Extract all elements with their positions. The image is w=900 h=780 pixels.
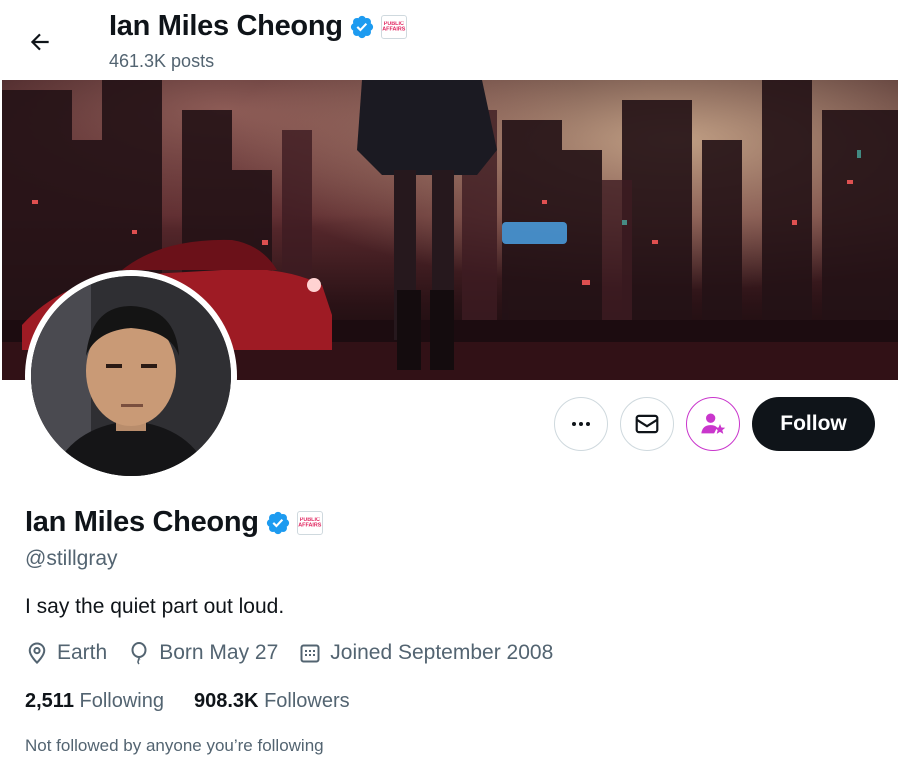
location-item: Earth	[25, 641, 107, 665]
profile-name-row: Ian Miles Cheong PUBLIC AFFAIRS	[25, 506, 323, 539]
following-link[interactable]: 2,511 Following	[25, 690, 164, 713]
follow-button[interactable]: Follow	[752, 397, 875, 451]
location-text: Earth	[57, 641, 108, 664]
birthday-text: Born May 27	[159, 641, 279, 664]
follow-stats: 2,511 Following 908.3K Followers	[25, 690, 380, 713]
back-button[interactable]	[20, 22, 60, 62]
person-star-icon	[701, 413, 726, 434]
verified-badge-icon[interactable]	[265, 510, 291, 536]
mail-icon	[635, 414, 659, 434]
message-button[interactable]	[620, 397, 674, 451]
more-options-button[interactable]	[554, 397, 608, 451]
calendar-icon	[300, 644, 320, 663]
posts-count: 461.3K posts	[109, 51, 215, 71]
profile-handle: @stillgray	[25, 547, 118, 570]
header-name: Ian Miles Cheong	[109, 10, 343, 42]
verified-badge-icon[interactable]	[349, 14, 375, 40]
followed-by-note: Not followed by anyone you’re following	[25, 736, 324, 755]
followers-count: 908.3K	[194, 690, 259, 712]
header-name-row: Ian Miles Cheong PUBLIC AFFAIRS	[109, 10, 407, 43]
affiliation-badge[interactable]: PUBLIC AFFAIRS	[380, 14, 407, 39]
profile-bio: I say the quiet part out loud.	[25, 595, 285, 618]
profile-meta: Earth Born May 27 Joined September 2008	[25, 641, 573, 665]
top-bar: Ian Miles Cheong PUBLIC AFFAIRS 461.3K p…	[0, 0, 900, 80]
joined-item: Joined September 2008	[298, 641, 553, 665]
profile-name: Ian Miles Cheong	[25, 506, 259, 538]
birthday-item: Born May 27	[127, 641, 278, 665]
subscribe-button[interactable]	[686, 397, 740, 451]
affiliation-badge-text: PUBLIC AFFAIRS	[382, 21, 406, 32]
arrow-left-icon	[30, 33, 49, 51]
affiliation-badge-text: PUBLIC AFFAIRS	[298, 517, 322, 528]
following-label: Following	[79, 690, 164, 712]
followers-label: Followers	[264, 690, 350, 712]
more-horizontal-icon	[572, 422, 590, 426]
balloon-icon	[131, 642, 147, 665]
avatar-image	[31, 276, 231, 476]
avatar[interactable]	[31, 276, 231, 476]
affiliation-badge[interactable]: PUBLIC AFFAIRS	[296, 510, 323, 535]
following-count: 2,511	[25, 690, 74, 712]
location-pin-icon	[28, 642, 46, 664]
followers-link[interactable]: 908.3K Followers	[194, 690, 350, 713]
avatar-frame[interactable]	[25, 270, 237, 482]
joined-text: Joined September 2008	[330, 641, 554, 664]
